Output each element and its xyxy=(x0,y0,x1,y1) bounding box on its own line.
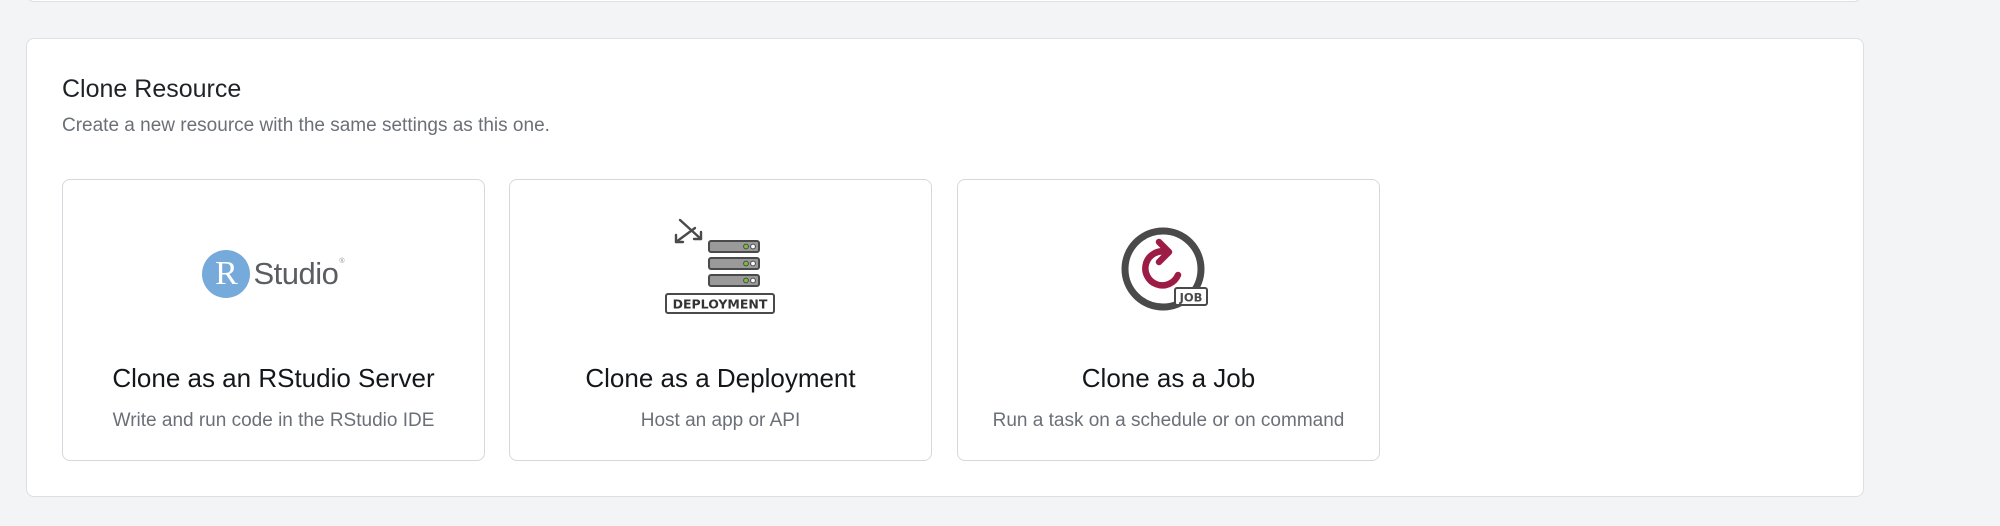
rstudio-r-badge: R xyxy=(202,249,251,298)
rstudio-logo: R Studio ® xyxy=(63,216,484,326)
clone-job-card[interactable]: JOB Clone as a Job Run a task on a sched… xyxy=(957,179,1380,461)
card-title: Clone as a Job xyxy=(1081,363,1256,393)
server-stack-icon xyxy=(707,240,760,287)
rstudio-wordmark: Studio xyxy=(253,255,339,291)
section-description: Create a new resource with the same sett… xyxy=(62,115,550,136)
deployment-label-text: DEPLOYMENT xyxy=(672,297,767,312)
card-description: Host an app or API xyxy=(640,410,801,431)
job-refresh-svg: JOB xyxy=(1121,227,1208,311)
card-description: Write and run code in the RStudio IDE xyxy=(112,410,435,431)
previous-section-panel xyxy=(26,0,1862,2)
card-title: Clone as a Deployment xyxy=(585,363,856,393)
transfer-arrows-icon xyxy=(674,218,702,244)
registered-mark: ® xyxy=(339,257,345,265)
card-title: Clone as an RStudio Server xyxy=(112,363,435,393)
clone-resource-panel: Clone Resource Create a new resource wit… xyxy=(26,38,1864,497)
job-label-text: JOB xyxy=(1178,291,1202,305)
section-title: Clone Resource xyxy=(62,75,242,103)
clone-deployment-card[interactable]: DEPLOYMENT Clone as a Deployment Host an… xyxy=(509,179,932,461)
job-refresh-icon: JOB xyxy=(958,216,1379,326)
deployment-server-svg: DEPLOYMENT xyxy=(664,218,775,314)
card-description: Run a task on a schedule or on command xyxy=(992,410,1345,431)
deployment-server-icon: DEPLOYMENT xyxy=(510,216,931,326)
clone-rstudio-server-card[interactable]: R Studio ® Clone as an RStudio Server Wr… xyxy=(62,179,485,461)
